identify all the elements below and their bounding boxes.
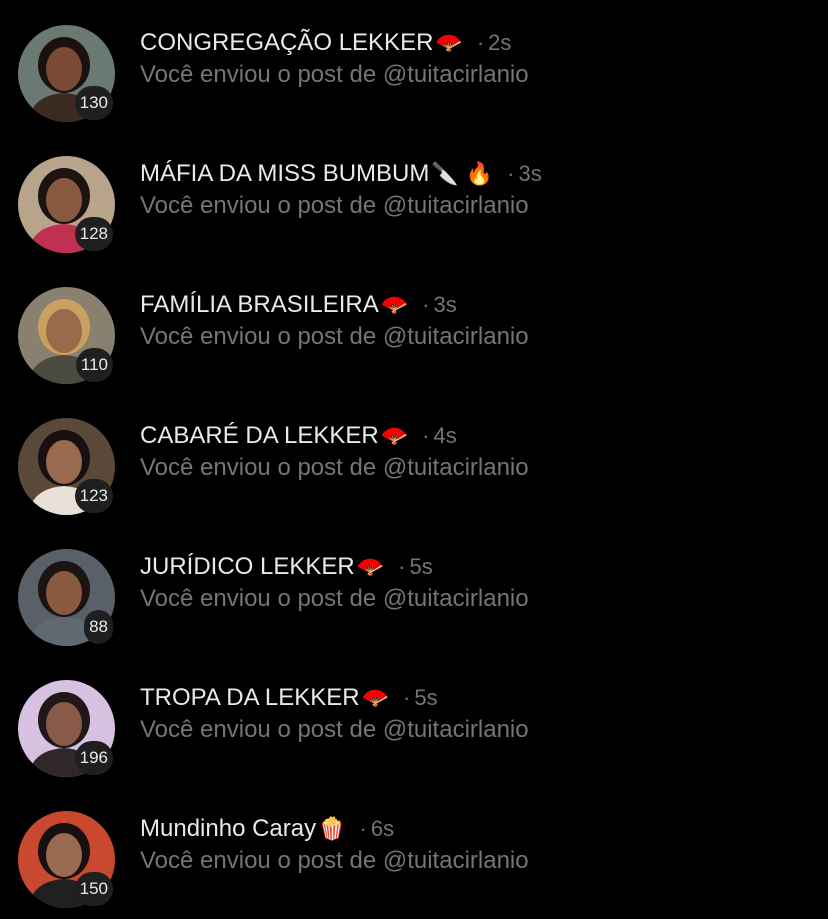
message-preview: Você enviou o post de @tuitacirlanio [140, 323, 529, 350]
timestamp: 5s [414, 685, 438, 710]
conversation-header: FAMÍLIA BRASILEIRA 🪭 · 3s [140, 288, 457, 322]
conversation-header: TROPA DA LEKKER 🪭 · 5s [140, 681, 438, 715]
conversation-header: MÁFIA DA MISS BUMBUM 🔪 🔥 · 3s [140, 157, 542, 191]
time-separator: · [422, 292, 430, 317]
group-avatar[interactable]: 130 [18, 25, 115, 122]
conversation-row[interactable]: 128 MÁFIA DA MISS BUMBUM 🔪 🔥 · 3s Você e… [0, 131, 828, 262]
group-name: CONGREGAÇÃO LEKKER [140, 29, 434, 56]
message-preview: Você enviou o post de @tuitacirlanio [140, 716, 529, 743]
group-name: CABARÉ DA LEKKER [140, 422, 379, 449]
group-avatar[interactable]: 123 [18, 418, 115, 515]
group-emoji: 🪭 [435, 30, 463, 56]
conversation-row[interactable]: 150 Mundinho Caray 🍿 · 6s Você enviou o … [0, 786, 828, 917]
group-name: TROPA DA LEKKER [140, 684, 360, 711]
message-preview: Você enviou o post de @tuitacirlanio [140, 192, 529, 219]
group-avatar[interactable]: 110 [18, 287, 115, 384]
conversation-header: CABARÉ DA LEKKER 🪭 · 4s [140, 419, 457, 453]
timestamp: 5s [409, 554, 433, 579]
timestamp: 3s [433, 292, 457, 317]
timestamp: 6s [370, 816, 395, 841]
conversation-row[interactable]: 110 FAMÍLIA BRASILEIRA 🪭 · 3s Você envio… [0, 262, 828, 393]
time-separator: · [398, 554, 406, 579]
timestamp: 4s [433, 423, 457, 448]
group-avatar[interactable]: 150 [18, 811, 115, 908]
conversation-header: JURÍDICO LEKKER 🪭 · 5s [140, 550, 433, 584]
conversation-row[interactable]: 130 CONGREGAÇÃO LEKKER 🪭 · 2s Você envio… [0, 0, 828, 131]
timestamp: 2s [488, 30, 512, 55]
group-emoji: 🪭 [380, 423, 409, 449]
member-count-badge: 130 [74, 86, 113, 120]
group-avatar[interactable]: 196 [18, 680, 115, 777]
message-preview: Você enviou o post de @tuitacirlanio [140, 585, 529, 612]
group-name: JURÍDICO LEKKER [140, 553, 355, 580]
time-separator: · [359, 816, 367, 841]
group-emoji: 🪭 [380, 292, 409, 318]
message-preview: Você enviou o post de @tuitacirlanio [140, 61, 529, 88]
group-emoji: 🪭 [361, 685, 390, 711]
conversation-header: Mundinho Caray 🍿 · 6s [140, 812, 394, 846]
message-preview: Você enviou o post de @tuitacirlanio [140, 847, 529, 874]
group-avatar[interactable]: 128 [18, 156, 115, 253]
conversation-row[interactable]: 88 JURÍDICO LEKKER 🪭 · 5s Você enviou o … [0, 524, 828, 655]
group-name: FAMÍLIA BRASILEIRA [140, 291, 379, 318]
time-separator: · [476, 30, 485, 55]
timestamp: 3s [518, 161, 542, 186]
group-emoji: 🔪 🔥 [431, 161, 494, 187]
conversation-row[interactable]: 123 CABARÉ DA LEKKER 🪭 · 4s Você enviou … [0, 393, 828, 524]
time-separator: · [422, 423, 430, 448]
message-preview: Você enviou o post de @tuitacirlanio [140, 454, 529, 481]
group-avatar[interactable]: 88 [18, 549, 115, 646]
member-count-badge: 150 [74, 872, 113, 906]
group-emoji: 🍿 [318, 816, 346, 842]
time-separator: · [507, 161, 515, 186]
member-count-badge: 110 [75, 348, 113, 382]
time-separator: · [403, 685, 411, 710]
member-count-badge: 123 [74, 479, 113, 513]
member-count-badge: 128 [74, 217, 113, 251]
conversation-list: 130 CONGREGAÇÃO LEKKER 🪭 · 2s Você envio… [0, 0, 828, 919]
conversation-row[interactable]: 196 TROPA DA LEKKER 🪭 · 5s Você enviou o… [0, 655, 828, 786]
conversation-header: CONGREGAÇÃO LEKKER 🪭 · 2s [140, 26, 511, 60]
group-name: MÁFIA DA MISS BUMBUM [140, 160, 430, 187]
group-name: Mundinho Caray [140, 815, 317, 842]
member-count-badge: 196 [74, 741, 113, 775]
member-count-badge: 88 [84, 610, 113, 644]
group-emoji: 🪭 [356, 554, 385, 580]
